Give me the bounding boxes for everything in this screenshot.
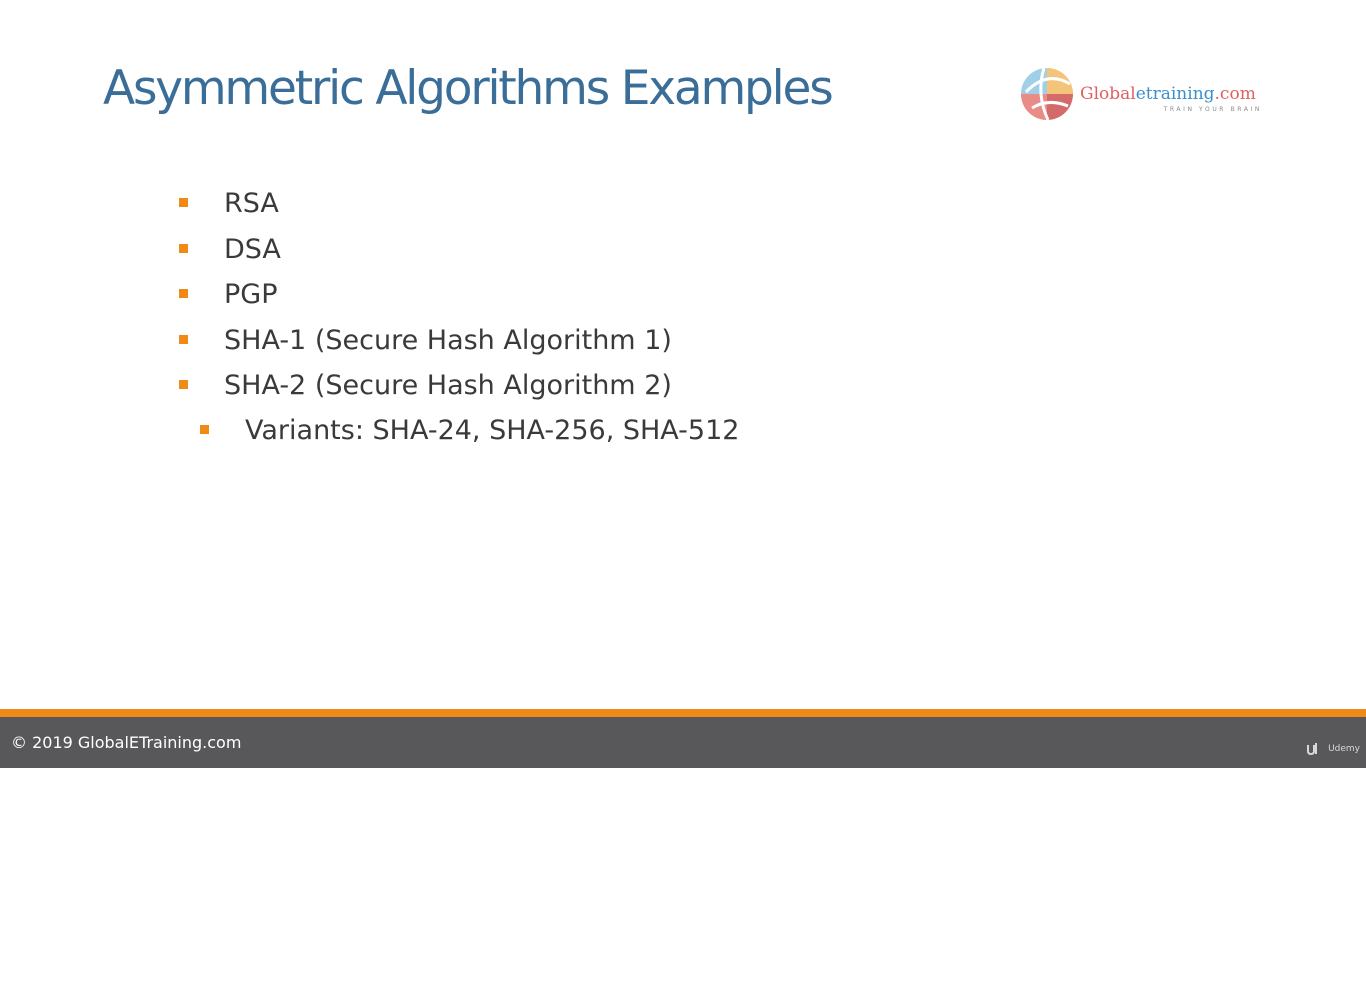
udemy-watermark: Udemy: [1306, 742, 1360, 756]
logo-wordmark: Globaletraining.com: [1080, 84, 1256, 104]
footer-copyright: © 2019 GlobalETraining.com: [11, 733, 242, 752]
udemy-watermark-text: Udemy: [1328, 744, 1360, 754]
bullet-item: SHA-1 (Secure Hash Algorithm 1): [179, 320, 672, 360]
bullet-text: RSA: [224, 187, 279, 219]
logo-wordmark-etraining: etraining: [1135, 84, 1215, 104]
globaletraining-logo: Globaletraining.com TRAIN YOUR BRAIN: [1018, 62, 1268, 124]
bullet-text: Variants: SHA-24, SHA-256, SHA-512: [245, 414, 740, 446]
logo-tagline: TRAIN YOUR BRAIN: [1163, 106, 1262, 113]
udemy-logo-icon: [1307, 743, 1318, 756]
bullet-item: DSA: [179, 229, 281, 269]
square-bullet-icon: [179, 289, 188, 298]
footer-accent-stripe: [0, 709, 1366, 717]
logo-wordmark-dotcom: .com: [1214, 84, 1256, 104]
square-bullet-icon: [179, 198, 188, 207]
bullet-item: PGP: [179, 274, 278, 314]
sub-bullet-item: Variants: SHA-24, SHA-256, SHA-512: [200, 410, 740, 450]
logo-wordmark-global: Global: [1080, 84, 1136, 104]
bullet-text: DSA: [224, 233, 281, 265]
square-bullet-icon: [179, 380, 188, 389]
slide: Asymmetric Algorithms Examples Globaletr…: [0, 0, 1366, 768]
bullet-text: PGP: [224, 278, 278, 310]
square-bullet-icon: [200, 425, 209, 434]
globe-icon: [1021, 67, 1073, 121]
bullet-item: RSA: [179, 183, 279, 223]
square-bullet-icon: [179, 244, 188, 253]
slide-title: Asymmetric Algorithms Examples: [103, 61, 834, 116]
bullet-item: SHA-2 (Secure Hash Algorithm 2): [179, 365, 672, 405]
bullet-text: SHA-1 (Secure Hash Algorithm 1): [224, 324, 672, 356]
square-bullet-icon: [179, 335, 188, 344]
bullet-text: SHA-2 (Secure Hash Algorithm 2): [224, 369, 672, 401]
